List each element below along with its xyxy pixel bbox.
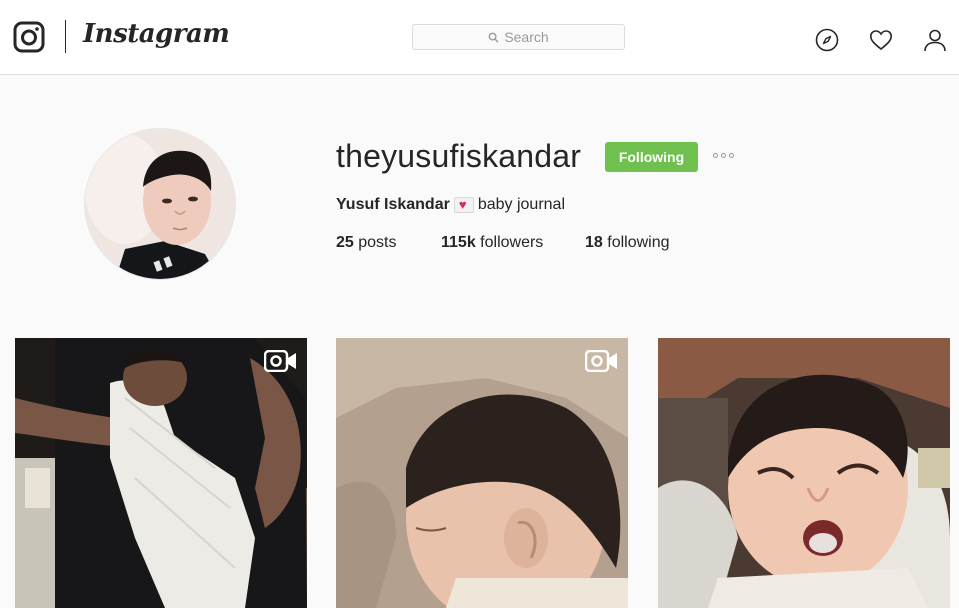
profile-username: theyusufiskandar [336,138,582,174]
video-camera-icon [585,350,617,372]
profile-bio: Yusuf Iskandar baby journal [336,195,565,215]
compass-icon[interactable] [815,28,839,52]
avatar-photo [85,129,235,279]
search-input[interactable]: Search [412,24,625,50]
followers-count: 115k [441,234,476,251]
followers-stat[interactable]: 115k followers [441,233,543,253]
profile-avatar[interactable] [84,128,236,280]
posts-count: 25 [336,234,354,251]
posts-stat: 25 posts [336,233,397,253]
following-label: following [607,234,670,251]
user-icon[interactable] [923,28,947,52]
post-photo [336,338,628,608]
following-count: 18 [585,234,603,251]
more-options-icon[interactable] [713,153,734,158]
profile-full-name: Yusuf Iskandar [336,196,450,213]
top-nav-bar: Instagram Search [0,0,959,75]
heart-letter-emoji-icon [453,195,474,215]
more-dot [729,153,734,158]
instagram-wordmark[interactable]: Instagram [83,19,230,49]
logo-divider [65,20,66,53]
heart-icon[interactable] [869,28,893,52]
followers-label: followers [480,234,544,251]
profile-bio-text: baby journal [477,196,565,213]
post-thumbnail[interactable] [658,338,950,608]
search-icon [488,32,499,43]
more-dot [713,153,718,158]
post-thumbnail[interactable] [336,338,628,608]
video-camera-icon [264,350,296,372]
more-dot [721,153,726,158]
following-stat[interactable]: 18 following [585,233,670,253]
instagram-glyph-icon[interactable] [13,21,45,53]
following-button[interactable]: Following [605,142,698,172]
post-photo [658,338,950,608]
post-thumbnail[interactable] [15,338,307,608]
search-placeholder: Search [504,29,549,45]
post-photo [15,338,307,608]
posts-label: posts [358,234,397,251]
